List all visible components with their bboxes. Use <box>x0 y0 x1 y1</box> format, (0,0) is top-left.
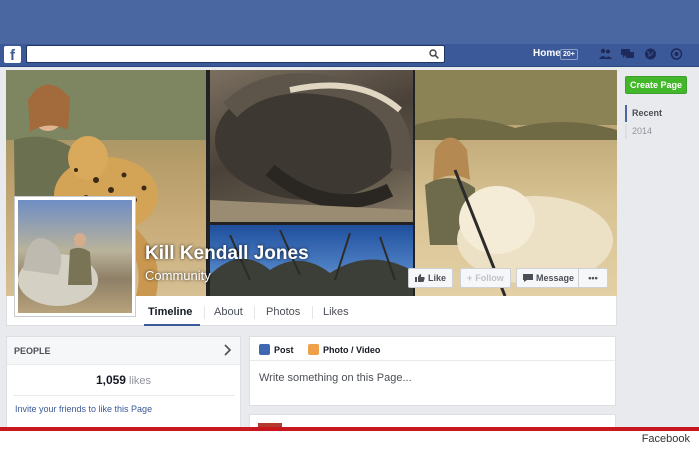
tab-photos[interactable]: Photos <box>266 306 300 318</box>
post-composer: Post Photo / Video Write something on th… <box>249 336 616 406</box>
more-options-button[interactable]: ••• <box>578 268 608 288</box>
notifications-globe-icon[interactable] <box>644 48 657 60</box>
search-input[interactable] <box>26 45 445 63</box>
people-header[interactable]: PEOPLE <box>7 337 240 365</box>
cover-photo-elephant <box>210 70 413 222</box>
invite-friends-link[interactable]: Invite your friends to like this Page <box>15 404 152 414</box>
page-name: Kill Kendall Jones <box>145 243 309 264</box>
divider <box>13 395 235 396</box>
image-credit: Facebook <box>641 433 690 445</box>
page-tabs: Timeline About Photos Likes <box>136 297 616 326</box>
likes-count: 1,059 <box>95 373 126 387</box>
plus-icon: + <box>467 273 473 283</box>
tab-likes[interactable]: Likes <box>323 306 349 318</box>
more-label: ••• <box>588 273 598 283</box>
tab-separator <box>312 306 313 319</box>
timeline-nav-year[interactable]: 2014 <box>625 124 652 139</box>
people-box: PEOPLE 1,059 likes Invite your friends t… <box>6 336 241 428</box>
composer-tabs: Post Photo / Video <box>250 337 615 361</box>
like-label: Like <box>428 273 447 283</box>
people-title: PEOPLE <box>14 346 51 356</box>
tab-separator <box>254 306 255 319</box>
post-tab-label: Post <box>274 345 294 355</box>
page-category[interactable]: Community <box>145 268 211 283</box>
photo-tab-label: Photo / Video <box>323 345 381 355</box>
tab-about[interactable]: About <box>214 306 243 318</box>
tab-timeline[interactable]: Timeline <box>148 306 192 318</box>
active-tab-indicator <box>144 324 200 326</box>
messages-icon[interactable] <box>621 48 634 60</box>
message-label: Message <box>536 273 575 283</box>
friend-requests-icon[interactable] <box>599 48 612 60</box>
composer-tab-post[interactable]: Post <box>259 344 294 355</box>
next-post-card <box>249 414 616 429</box>
follow-label: Follow <box>475 273 504 283</box>
timeline-nav-recent[interactable]: Recent <box>625 105 662 122</box>
message-button[interactable]: Message <box>516 268 582 288</box>
facebook-logo[interactable]: f <box>4 46 21 64</box>
likes-count-line: 1,059 likes <box>7 373 240 387</box>
home-count-badge: 20+ <box>560 49 578 60</box>
tab-separator <box>204 306 205 319</box>
thumbs-up-icon <box>415 274 425 282</box>
photo-icon <box>308 344 319 355</box>
search-icon[interactable] <box>429 49 439 59</box>
composer-tab-photo-video[interactable]: Photo / Video <box>308 344 380 355</box>
profile-picture-image <box>18 200 132 313</box>
follow-button[interactable]: + Follow <box>460 268 511 288</box>
account-icon[interactable] <box>670 48 683 60</box>
cover-photo-lion <box>415 70 617 296</box>
like-button[interactable]: Like <box>408 268 454 288</box>
create-page-button[interactable]: Create Page <box>625 76 687 94</box>
profile-picture[interactable] <box>14 196 136 317</box>
composer-input[interactable]: Write something on this Page... <box>259 372 412 384</box>
credit-bar <box>0 431 699 450</box>
home-link[interactable]: Home <box>533 48 561 59</box>
pencil-icon <box>259 344 270 355</box>
message-icon <box>523 274 533 282</box>
likes-word: likes <box>129 375 152 387</box>
chevron-right-icon[interactable] <box>223 344 232 356</box>
top-band <box>0 0 699 44</box>
